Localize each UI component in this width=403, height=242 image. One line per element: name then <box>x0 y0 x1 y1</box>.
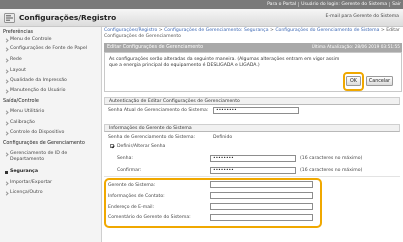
sidebar-heading-output-control: Saída/Controle <box>3 98 39 104</box>
last-updated: Última Atualização: 28/06 2019 03:51:55 <box>311 45 400 50</box>
page-title: Configurações/Registro <box>19 13 117 22</box>
divider <box>104 176 400 177</box>
system-pin-label: Senha de Gerenciamento do Sistema: <box>108 135 196 140</box>
email-system-manager-link[interactable]: E-mail para Gerente do Sistema <box>326 14 399 19</box>
sidebar-item-license-other[interactable]: Licença/Outro <box>10 190 43 196</box>
current-pin-label: Senha Atual de Gerenciamento do Sistema: <box>108 108 209 113</box>
sidebar-item-import-export[interactable]: Importar/Exportar <box>10 180 52 186</box>
sidebar-item-user-maintenance[interactable]: Manutenção do Usuário <box>10 88 66 94</box>
portal-link[interactable]: Para o Portal <box>265 2 298 7</box>
breadcrumb: Configurações/Registro > Configurações d… <box>104 28 402 39</box>
sidebar-item-control-menu[interactable]: Menu de Controle <box>10 37 52 43</box>
system-pin-status: Definido <box>213 135 233 140</box>
system-manager-section-title: Informações do Gerente do Sistema <box>109 126 192 132</box>
sidebar-item-network[interactable]: Rede <box>10 57 22 63</box>
page-header: Configurações/Registro E-mail para Geren… <box>0 9 403 27</box>
set-change-password-checkbox[interactable] <box>110 144 114 148</box>
sidebar-heading-preferences: Preferências <box>3 29 34 35</box>
panel-title-bar: Editar Configurações de Gerenciamento Úl… <box>104 43 402 52</box>
breadcrumb-link-settings[interactable]: Configurações/Registro <box>104 28 157 33</box>
password-hint: (16 caracteres no máximo) <box>300 156 363 161</box>
breadcrumb-separator: > <box>158 28 163 33</box>
sidebar-item-device-control[interactable]: Controle do Dispositivo <box>10 130 64 136</box>
sidebar-item-security[interactable]: Segurança <box>4 169 38 175</box>
sidebar-heading-management-settings: Configurações de Gerenciamento <box>3 140 85 146</box>
breadcrumb-separator: > <box>380 28 385 33</box>
sidebar-item-calibration[interactable]: Calibração <box>10 120 35 126</box>
breadcrumb-link-system-management[interactable]: Configurações do Gerenciamento de Sistem… <box>275 28 379 33</box>
login-user-label: Usuário do login: Gerente do Sistema <box>298 2 389 7</box>
panel-title: Editar Configurações de Gerenciamento <box>107 45 204 50</box>
logout-link[interactable]: Sair <box>389 2 403 7</box>
confirmation-message: As configurações serão alteradas da segu… <box>109 57 340 68</box>
top-bar: Para o Portal Usuário do login: Gerente … <box>0 0 403 9</box>
confirm-label: Confirmar: <box>117 168 142 173</box>
sidebar-item-utility-menu[interactable]: Menu Utilitário <box>10 109 44 115</box>
cancel-button[interactable]: Cancelar <box>366 76 393 86</box>
system-manager-section-header: Informações do Gerente do Sistema <box>104 124 400 132</box>
sidebar-item-layout[interactable]: Layout <box>10 68 26 74</box>
confirm-password-input[interactable]: •••••••• <box>210 167 296 174</box>
breadcrumb-separator: > <box>270 28 274 33</box>
sidebar-item-print-quality[interactable]: Qualidade da Impressão <box>10 78 67 84</box>
auth-section-header: Autenticação de Editar Configurações de … <box>104 97 400 105</box>
fields-highlight <box>104 178 322 228</box>
settings-registration-icon <box>4 13 15 23</box>
auth-section-title: Autenticação de Editar Configurações de … <box>109 99 240 105</box>
confirm-hint: (16 caracteres no máximo) <box>300 168 363 173</box>
password-label: Senha: <box>117 156 133 161</box>
ok-button[interactable]: OK <box>346 76 361 86</box>
password-input[interactable]: •••••••• <box>210 155 296 162</box>
top-links: Para o Portal Usuário do login: Gerente … <box>265 0 403 9</box>
set-change-password-label: Definir/Alterar Senha <box>117 143 166 149</box>
sidebar-item-paper-source[interactable]: Configurações de Fonte de Papel <box>10 46 87 52</box>
sidebar-item-department-id[interactable]: Gerenciamento de ID de Departamento <box>10 151 90 162</box>
sidebar: Preferências Menu de Controle Configuraç… <box>0 27 102 242</box>
current-pin-input[interactable]: •••••••• <box>213 107 299 114</box>
breadcrumb-link-security[interactable]: Configurações de Gerenciamento: Seguranç… <box>164 28 268 33</box>
